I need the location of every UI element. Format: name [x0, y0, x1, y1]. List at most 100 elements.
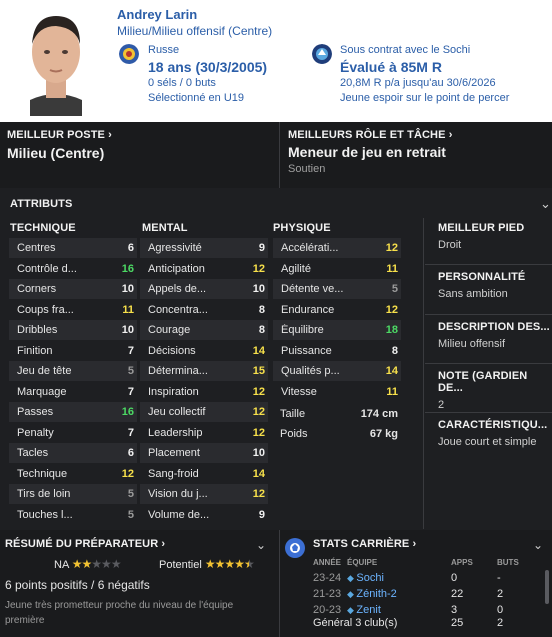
career-apps: 22 — [451, 588, 464, 600]
russia-flag-icon — [119, 44, 139, 64]
physique-title: PHYSIQUE — [273, 222, 331, 234]
attribute-row[interactable]: Puissance 8 — [273, 341, 401, 361]
player-age: 18 ans (30/3/2005) — [148, 58, 268, 75]
caps: 0 séls / 0 buts — [148, 77, 216, 90]
chevron-down-icon[interactable]: ⌄ — [533, 538, 543, 552]
attribute-row[interactable]: Sang-froid 14 — [140, 464, 268, 484]
star-icon: ★ — [101, 557, 112, 571]
attribute-row[interactable]: Corners 10 — [9, 279, 137, 299]
star-icon: ★ — [81, 557, 93, 571]
player-position[interactable]: Milieu/Milieu offensif (Centre) — [117, 24, 272, 38]
chevron-down-icon[interactable]: ⌄ — [256, 538, 266, 552]
player-portrait — [10, 4, 102, 116]
potential-label: Potentiel — [159, 559, 202, 571]
attribute-row[interactable]: Passes 16 — [9, 402, 137, 422]
career-row[interactable]: 20-23 ◆ Zenit 3 0 — [313, 602, 533, 618]
attribute-name: Qualités p... — [281, 365, 340, 377]
best-role-caption: MEILLEURS RÔLE ET TÂCHE — [288, 129, 446, 141]
attribute-row[interactable]: Courage 8 — [140, 320, 268, 340]
attribute-row[interactable]: Détente ve... 5 — [273, 279, 401, 299]
attribute-row[interactable]: Leadership 12 — [140, 423, 268, 443]
player-name: Andrey Larin — [117, 7, 198, 22]
career-team-name: Zenit — [356, 604, 381, 616]
description-value: Milieu offensif — [438, 338, 506, 350]
attribute-row[interactable]: Agressivité 9 — [140, 238, 268, 258]
attribute-row[interactable]: Vitesse 11 — [273, 382, 401, 402]
attribute-row[interactable]: Penalty 7 — [9, 423, 137, 443]
nationality[interactable]: Russe — [148, 43, 267, 58]
attribute-row[interactable]: Technique 12 — [9, 464, 137, 484]
attribute-row[interactable]: Marquage 7 — [9, 382, 137, 402]
career-row[interactable]: 21-23 ◆ Zénith-2 22 2 — [313, 586, 533, 602]
best-role-link[interactable]: MEILLEURS RÔLE ET TÂCHE › — [288, 129, 452, 141]
attribute-name: Technique — [17, 467, 68, 480]
career-team[interactable]: ◆ Zénith-2 — [343, 586, 451, 602]
attribute-value: 12 — [252, 262, 265, 275]
attribute-name: Agressivité — [148, 242, 202, 254]
attributes-title: ATTRIBUTS — [10, 198, 73, 210]
mental-title: MENTAL — [142, 222, 188, 234]
attribute-row[interactable]: Agilité 11 — [273, 259, 401, 279]
best-position-link[interactable]: MEILLEUR POSTE › — [7, 129, 112, 141]
attribute-row[interactable]: Placement 10 — [140, 443, 268, 463]
attribute-row[interactable]: Touches l... 5 — [9, 505, 137, 525]
career-year: 23-24 — [313, 572, 342, 584]
attribute-row[interactable]: Détermina... 15 — [140, 361, 268, 381]
attribute-row[interactable]: Vision du j... 12 — [140, 484, 268, 504]
attribute-row[interactable]: Endurance 12 — [273, 300, 401, 320]
attribute-name: Dribbles — [17, 324, 58, 336]
player-value: Évalué à 85M R — [340, 58, 442, 75]
career-team[interactable]: ◆ Zenit — [343, 602, 451, 618]
attribute-row[interactable]: Coups fra... 11 — [9, 300, 137, 320]
attribute-row[interactable]: Volume de... 9 — [140, 505, 268, 525]
attribute-row[interactable]: Centres 6 — [9, 238, 137, 258]
attribute-row[interactable]: Équilibre 18 — [273, 320, 401, 340]
coach-report-link[interactable]: RÉSUMÉ DU PRÉPARATEUR › — [5, 538, 165, 550]
attribute-value: 8 — [258, 324, 265, 336]
attribute-row[interactable]: Tacles 6 — [9, 443, 137, 463]
scrollbar[interactable] — [545, 570, 549, 604]
contract[interactable]: Sous contrat avec le Sochi — [340, 43, 509, 58]
attribute-row[interactable]: Décisions 14 — [140, 341, 268, 361]
coach-caption: RÉSUMÉ DU PRÉPARATEUR — [5, 538, 159, 550]
attribute-row[interactable]: Accélérati... 12 — [273, 238, 401, 258]
attribute-row[interactable]: Appels de... 10 — [140, 279, 268, 299]
attribute-value: 16 — [121, 406, 134, 418]
career-total-apps: 25 — [451, 617, 464, 629]
career-stats-link[interactable]: STATS CARRIÈRE › — [313, 538, 416, 550]
attribute-name: Concentra... — [148, 303, 208, 316]
chevron-down-icon[interactable]: ⌄ — [540, 196, 551, 212]
weight-value: 67 kg — [369, 428, 398, 440]
attribute-value: 12 — [252, 385, 265, 398]
best-foot-value: Droit — [438, 239, 462, 251]
career-total-row: Général 3 club(s) 25 2 — [313, 617, 533, 629]
career-row[interactable]: 23-24 ◆ Sochi 0- — [313, 570, 533, 586]
weight-row: Poids 67 kg — [273, 424, 403, 444]
attribute-value: 12 — [121, 467, 134, 480]
attribute-row[interactable]: Finition 7 — [9, 341, 137, 361]
attribute-name: Finition — [17, 344, 53, 357]
attributes-panel: ATTRIBUTS ⌄ TECHNIQUE MENTAL PHYSIQUE Ce… — [0, 192, 552, 529]
attribute-row[interactable]: Tirs de loin 5 — [9, 484, 137, 504]
attribute-row[interactable]: Qualités p... 14 — [273, 361, 401, 381]
attribute-row[interactable]: Jeu collectif 12 — [140, 402, 268, 422]
attribute-row[interactable]: Contrôle d... 16 — [9, 259, 137, 279]
attribute-row[interactable]: Jeu de tête 5 — [9, 361, 137, 381]
attribute-row[interactable]: Dribbles 10 — [9, 320, 137, 340]
career-team[interactable]: ◆ Sochi — [343, 570, 451, 586]
attribute-name: Marquage — [17, 385, 67, 398]
divider — [279, 122, 280, 188]
attribute-name: Équilibre — [281, 324, 324, 336]
height-label: Taille — [280, 408, 306, 420]
star-icon: ★ — [234, 557, 245, 571]
attribute-row[interactable]: Inspiration 12 — [140, 382, 268, 402]
position-role-panel: MEILLEUR POSTE › Milieu (Centre) MEILLEU… — [0, 122, 552, 188]
career-apps: 0 — [451, 572, 458, 584]
attribute-row[interactable]: Concentra... 8 — [140, 300, 268, 320]
chevron-right-icon: › — [108, 129, 112, 141]
best-role-duty: Soutien — [288, 163, 326, 175]
attribute-row[interactable]: Anticipation 12 — [140, 259, 268, 279]
height-value: 174 cm — [360, 408, 398, 420]
career-stats-icon — [285, 538, 305, 558]
attribute-name: Courage — [148, 324, 191, 336]
